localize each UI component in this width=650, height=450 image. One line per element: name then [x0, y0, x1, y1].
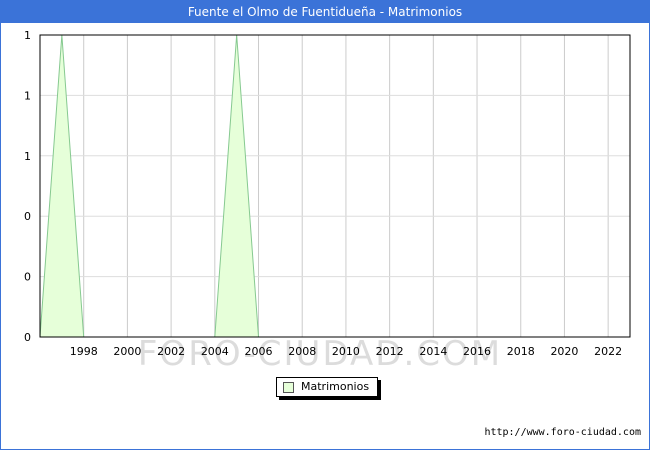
x-tick-label: 2000 [113, 345, 141, 358]
watermark: FORO-CIUDAD.COM [138, 334, 502, 374]
x-tick-label: 2014 [419, 345, 447, 358]
legend-label: Matrimonios [301, 380, 370, 393]
x-tick-label: 1998 [70, 345, 98, 358]
x-tick-label: 2006 [245, 345, 273, 358]
y-tick-label: 0 [24, 271, 31, 284]
area-fill [40, 35, 609, 337]
y-tick-label: 0 [24, 331, 31, 344]
legend: Matrimonios [276, 377, 379, 397]
legend-swatch [283, 381, 294, 393]
plot-border [39, 34, 631, 338]
x-tick-label: 2010 [332, 345, 360, 358]
x-tick-label: 2016 [463, 345, 491, 358]
series-line [39, 34, 609, 338]
y-tick-label: 0 [24, 210, 31, 223]
y-tick-label: 1 [24, 29, 31, 42]
x-tick-label: 2020 [550, 345, 578, 358]
x-tick-label: 2012 [376, 345, 404, 358]
source-url: http://www.foro-ciudad.com [484, 427, 641, 438]
x-tick-label: 2022 [594, 345, 622, 358]
y-tick-label: 1 [24, 89, 31, 102]
x-tick-label: 2002 [157, 345, 185, 358]
x-tick-label: 2018 [507, 345, 535, 358]
x-tick-label: 2004 [201, 345, 229, 358]
y-tick-label: 1 [24, 150, 31, 163]
x-tick-label: 2008 [288, 345, 316, 358]
